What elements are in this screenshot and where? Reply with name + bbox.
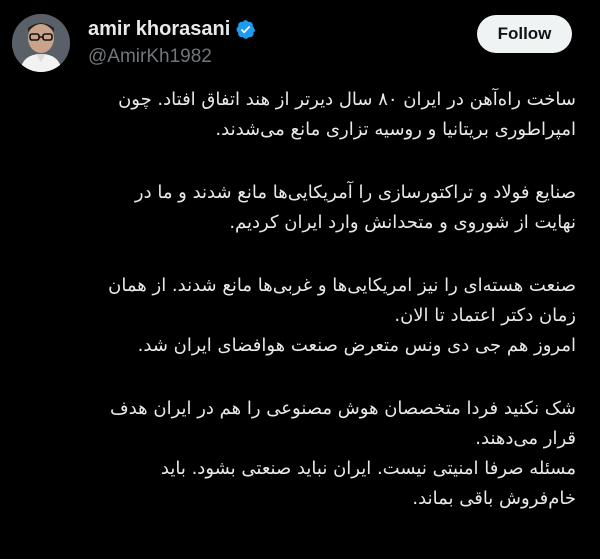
follow-button[interactable]: Follow	[477, 15, 572, 53]
avatar[interactable]	[12, 14, 70, 72]
verified-badge-icon	[236, 19, 256, 39]
author-names: amir khorasani @AmirKh1982	[88, 16, 256, 68]
tweet-line: نهایت از شوروی و متحدانش وارد ایران کردی…	[229, 212, 576, 233]
tweet-line: امروز هم جی دی ونس متعرض صنعت هوافضای ای…	[137, 335, 576, 356]
tweet-line: قرار می‌دهند.	[475, 428, 576, 449]
tweet-line: ساخت راه‌آهن در ایران ۸۰ سال دیرتر از هن…	[118, 89, 576, 110]
tweet-line: شک نکنید فردا متخصصان هوش مصنوعی را هم د…	[110, 398, 576, 419]
user-handle[interactable]: @AmirKh1982	[88, 46, 256, 68]
tweet-line: امپراطوری بریتانیا و روسیه تزاری مانع می…	[215, 119, 576, 140]
tweet-line: صنعت هسته‌ای را نیز امریکایی‌ها و غربی‌ه…	[108, 275, 576, 296]
tweet-line: صنایع فولاد و تراکتورسازی را آمریکایی‌ها…	[134, 182, 576, 203]
tweet-card: amir khorasani @AmirKh1982 Follow ساخت ر…	[0, 0, 600, 559]
tweet-line: زمان دکتر اعتماد تا الان.	[394, 305, 576, 326]
tweet-line: خام‌فروش باقی بماند.	[412, 488, 576, 509]
display-name[interactable]: amir khorasani	[88, 18, 230, 41]
tweet-line: مسئله صرفا امنیتی نیست. ایران نباید صنعت…	[160, 458, 576, 479]
tweet-header: amir khorasani @AmirKh1982 Follow	[12, 12, 584, 72]
profile-photo-icon	[12, 14, 70, 72]
tweet-text: ساخت راه‌آهن در ایران ۸۰ سال دیرتر از هن…	[20, 85, 576, 514]
